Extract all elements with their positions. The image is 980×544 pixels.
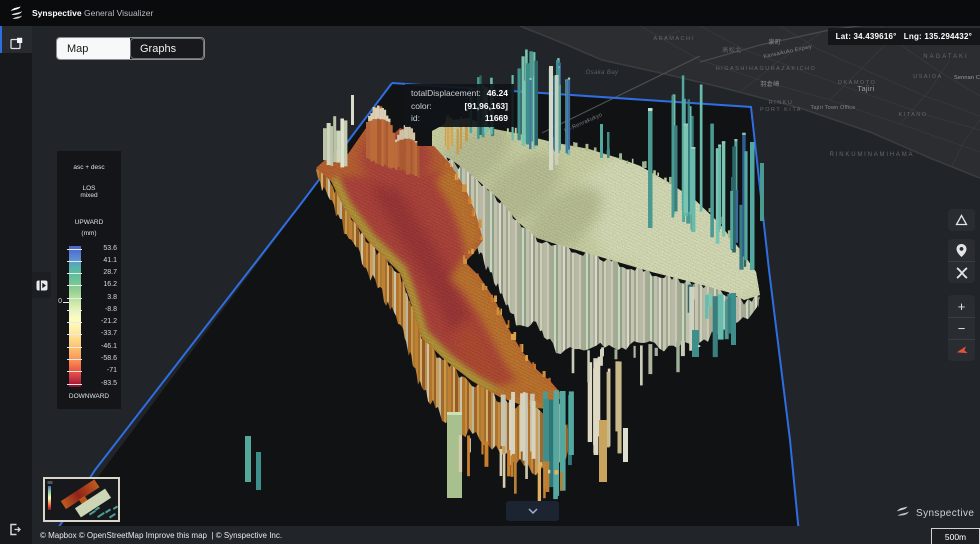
svg-text:Sennan C: Sennan C — [954, 75, 980, 81]
svg-text:HIGASHIHAGURAZAKICHO: HIGASHIHAGURAZAKICHO — [716, 66, 817, 72]
svg-text:Tajiri: Tajiri — [857, 84, 874, 93]
svg-text:羽倉崎: 羽倉崎 — [760, 80, 780, 88]
svg-text:ARAMACHI: ARAMACHI — [653, 36, 694, 42]
svg-text:PORT KITA: PORT KITA — [760, 107, 802, 113]
svg-text:Tajiri Town Office: Tajiri Town Office — [811, 105, 856, 111]
svg-text:USAIDA: USAIDA — [913, 74, 942, 80]
svg-text:RINKU: RINKU — [769, 100, 794, 106]
svg-text:高松北: 高松北 — [722, 46, 742, 54]
svg-text:NAGATAKI: NAGATAKI — [923, 54, 968, 60]
svg-text:Osaka Bay: Osaka Bay — [586, 70, 620, 76]
svg-text:RINKUMINAMIHAMA: RINKUMINAMIHAMA — [830, 152, 915, 158]
svg-text:泉町: 泉町 — [768, 38, 781, 46]
svg-text:KITANO: KITANO — [898, 112, 927, 118]
